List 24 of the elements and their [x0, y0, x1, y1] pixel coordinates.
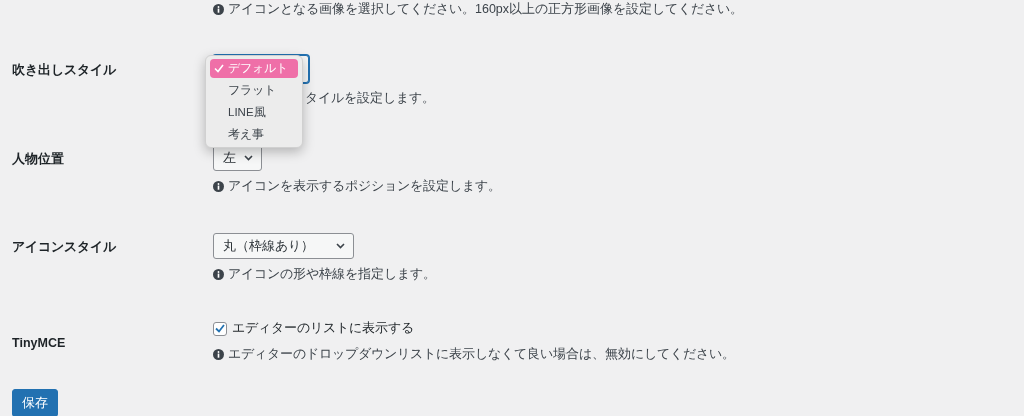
hint-text: アイコンを表示するポジションを設定します。 [228, 177, 501, 195]
menu-option[interactable]: 考え事 [210, 125, 298, 144]
info-icon [213, 180, 224, 192]
setting-label: TinyMCE [12, 335, 67, 351]
setting-label: 人物位置 [12, 151, 65, 167]
hint-text: タイルを設定します。 [305, 89, 435, 107]
hint-text: エディターのドロップダウンリストに表示しなくて良い場合は、無効にしてください。 [228, 345, 735, 363]
chevron-down-icon [244, 155, 253, 161]
menu-option[interactable]: LINE風 [210, 103, 298, 122]
info-icon [213, 268, 224, 280]
info-icon [213, 348, 224, 360]
hint-text: アイコンとなる画像を選択してください。160px以上の正方形画像を設定してください。 [228, 0, 744, 18]
checkbox[interactable] [213, 321, 227, 336]
check-icon [215, 324, 225, 333]
chevron-down-icon [336, 243, 345, 249]
menu-option[interactable]: フラット [210, 81, 298, 100]
setting-label: 吹き出しスタイル [12, 62, 117, 78]
save-button[interactable]: 保存 [12, 389, 58, 416]
select-field[interactable]: 丸（枠線あり） [213, 233, 354, 259]
info-icon [213, 3, 224, 15]
setting-label: アイコンスタイル [12, 239, 117, 255]
checkbox-label[interactable]: エディターのリストに表示する [232, 320, 414, 337]
check-icon [214, 64, 224, 73]
hint-text: アイコンの形や枠線を指定します。 [228, 265, 436, 283]
